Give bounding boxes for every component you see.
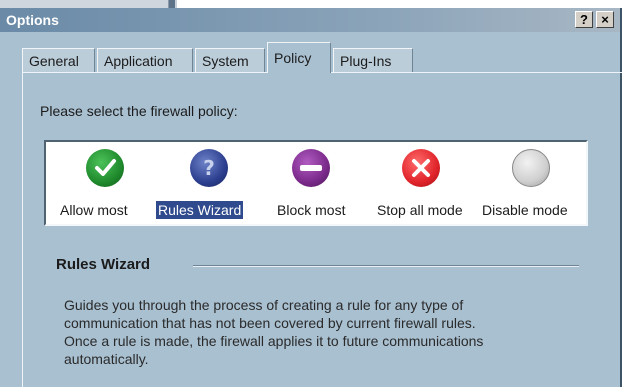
policy-option-stop-all[interactable]: Stop all mode xyxy=(368,142,478,224)
policy-option-label: Rules Wizard xyxy=(156,201,244,219)
x-icon xyxy=(402,149,440,187)
policy-option-rules-wizard[interactable]: ? Rules Wizard xyxy=(156,142,260,224)
policy-option-block-most[interactable]: Block most xyxy=(262,142,366,224)
description-line: automatically. xyxy=(64,351,149,367)
check-icon xyxy=(86,149,124,187)
details-title: Rules Wizard xyxy=(56,256,151,273)
policy-option-label: Allow most xyxy=(60,202,128,218)
policy-selector: Allow most ? Rules Wizard Block most Sto… xyxy=(44,140,588,226)
tab-general[interactable]: General xyxy=(22,48,95,72)
help-button[interactable]: ? xyxy=(575,11,593,28)
details-description: Guides you through the process of creati… xyxy=(64,296,584,368)
description-line: communication that has not been covered … xyxy=(64,315,476,331)
policy-option-label: Disable mode xyxy=(482,202,568,218)
tab-system[interactable]: System xyxy=(195,48,265,72)
svg-text:?: ? xyxy=(203,156,215,180)
close-button[interactable]: × xyxy=(596,11,614,28)
tab-plug-ins[interactable]: Plug-Ins xyxy=(333,48,413,72)
title-bar[interactable]: Options ? × xyxy=(0,8,620,32)
minus-icon xyxy=(292,149,330,187)
policy-option-label: Stop all mode xyxy=(377,202,463,218)
tab-application[interactable]: Application xyxy=(97,48,193,72)
policy-option-allow-most[interactable]: Allow most xyxy=(54,142,158,224)
description-line: Once a rule is made, the firewall applie… xyxy=(64,333,484,349)
policy-prompt: Please select the firewall policy: xyxy=(40,103,238,119)
blank-circle-icon xyxy=(512,149,550,187)
description-line: Guides you through the process of creati… xyxy=(64,297,464,313)
policy-option-disable[interactable]: Disable mode xyxy=(480,142,584,224)
window-title: Options xyxy=(6,12,59,28)
policy-option-label: Block most xyxy=(277,202,346,218)
tab-policy[interactable]: Policy xyxy=(267,42,331,73)
question-icon: ? xyxy=(190,149,228,187)
details-divider xyxy=(193,265,579,267)
